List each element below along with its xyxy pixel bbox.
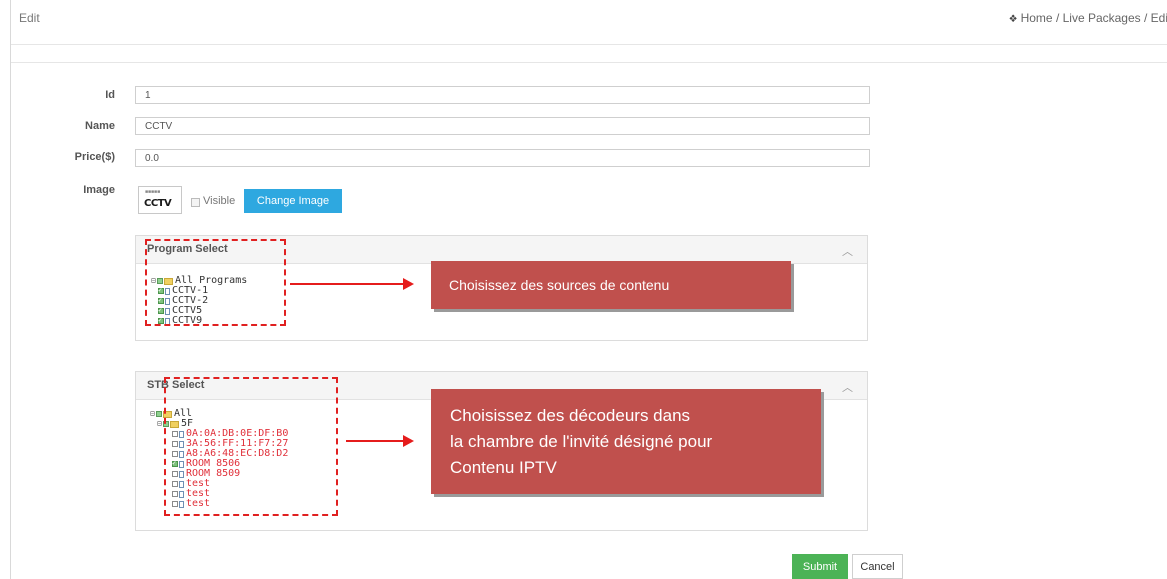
- stb-callout-line2: la chambre de l'invité désigné pour: [450, 432, 713, 451]
- program-callout-text: Choisissez des sources de contenu: [449, 277, 670, 293]
- page-header: Edit ❖ Home / Live Packages / Edi: [11, 0, 1167, 46]
- program-callout: Choisissez des sources de contenu: [431, 261, 791, 309]
- change-image-button[interactable]: Change Image: [244, 189, 342, 213]
- price-label: Price($): [74, 151, 115, 163]
- stb-callout-line1: Choisissez des décodeurs dans: [450, 406, 691, 425]
- name-label: Name: [85, 120, 115, 132]
- id-label: Id: [105, 89, 115, 101]
- checkbox-icon[interactable]: [156, 411, 162, 417]
- id-field[interactable]: 1: [135, 86, 870, 104]
- cancel-button[interactable]: Cancel: [852, 554, 903, 579]
- chevron-up-icon[interactable]: ︿: [842, 243, 853, 259]
- chevron-up-icon[interactable]: ︿: [842, 379, 853, 395]
- visible-checkbox[interactable]: [191, 198, 200, 207]
- stb-callout-line3: Contenu IPTV: [450, 458, 557, 477]
- thumb-logo-mark: ■■■■■: [145, 189, 161, 195]
- name-field[interactable]: CCTV: [135, 117, 870, 135]
- program-highlight-box: [145, 239, 286, 326]
- submit-button[interactable]: Submit: [792, 554, 848, 579]
- image-label: Image: [83, 184, 115, 196]
- home-icon[interactable]: ❖: [1009, 14, 1018, 25]
- divider: [11, 62, 1167, 63]
- arrow-right-icon: [290, 278, 414, 290]
- breadcrumb: ❖ Home / Live Packages / Edi: [1009, 11, 1167, 25]
- breadcrumb-text[interactable]: Home / Live Packages / Edi: [1021, 11, 1167, 25]
- stb-highlight-box: [164, 377, 338, 516]
- thumb-caption: CCTV: [144, 198, 172, 209]
- divider: [11, 44, 1167, 45]
- stb-callout: Choisissez des décodeurs dans la chambre…: [431, 389, 821, 494]
- visible-label: Visible: [203, 195, 236, 207]
- package-image-thumbnail: ■■■■■ CCTV: [138, 186, 182, 214]
- price-field[interactable]: 0.0: [135, 149, 870, 167]
- page-title: Edit: [19, 11, 40, 25]
- arrow-right-icon: [346, 435, 414, 447]
